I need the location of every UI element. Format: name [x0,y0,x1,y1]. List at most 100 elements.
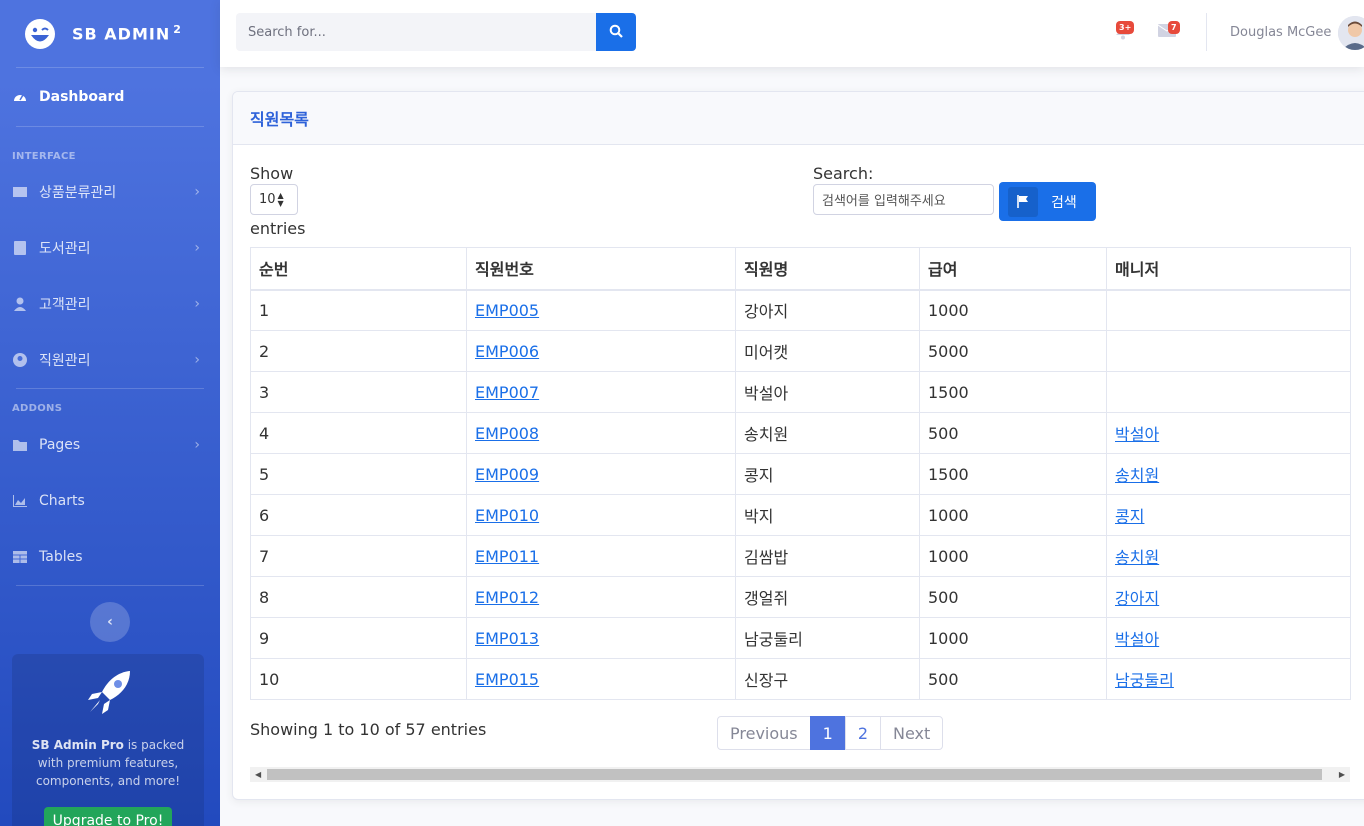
user-icon [13,297,27,311]
sidebar-item-books[interactable]: 도서관리 › [0,220,220,276]
column-header[interactable]: 급여 [919,247,1107,291]
employee-id-link[interactable]: EMP007 [475,383,539,402]
table-cell: 5000 [919,330,1107,372]
employee-id-link[interactable]: EMP015 [475,670,539,689]
scroll-right-icon[interactable]: ▶ [1339,767,1345,782]
manager-link[interactable]: 강아지 [1115,589,1159,608]
table-info: Showing 1 to 10 of 57 entries [250,720,487,739]
employee-id-link[interactable]: EMP013 [475,629,539,648]
scroll-left-icon[interactable]: ◀ [255,767,261,782]
card-title: 직원목록 [250,110,309,129]
column-header[interactable]: 순번 [250,247,467,291]
column-header[interactable]: 직원명 [735,247,920,291]
previous-button[interactable]: Previous [717,716,811,750]
brand-link[interactable]: SB ADMIN 2 [0,0,220,67]
table-icon [13,550,27,564]
topbar-search-input[interactable]: Search for... [236,13,596,51]
next-button[interactable]: Next [880,716,944,750]
entries-label: entries [250,219,306,238]
table-cell: 10 [250,658,467,700]
table-cell: 500 [919,412,1107,454]
scrollbar-thumb[interactable] [267,769,1322,780]
brand-name: SB ADMIN 2 [72,23,182,44]
sort-icon: ▲ ▼ [277,190,284,208]
sidebar-item-customers[interactable]: 고객관리 › [0,276,220,332]
page-button-1[interactable]: 1 [809,716,846,750]
employee-id-link[interactable]: EMP005 [475,301,539,320]
table-cell: EMP015 [466,658,736,700]
table-cell: EMP006 [466,330,736,372]
table-search-input[interactable]: 검색어를 입력해주세요 [813,184,994,215]
show-label: Show [250,164,294,183]
laugh-wink-icon [24,18,56,50]
employee-id-link[interactable]: EMP011 [475,547,539,566]
employee-id-link[interactable]: EMP010 [475,506,539,525]
table-cell: EMP009 [466,453,736,495]
page-button-2[interactable]: 2 [844,716,881,750]
sidebar-toggle-button[interactable]: ‹ [90,602,130,642]
sidebar-item-tables[interactable]: Tables [0,529,220,585]
chevron-right-icon: › [194,352,200,368]
table-row: 6 EMP010 박지 1000 콩지 [250,494,1351,536]
search-submit-button[interactable]: 검색 [999,182,1096,221]
card-header: 직원목록 [233,92,1364,145]
topbar-search-button[interactable] [596,13,636,51]
table-cell: 5 [250,453,467,495]
sidebar-item-charts[interactable]: Charts [0,473,220,529]
table-cell: 1500 [919,371,1107,413]
alerts-badge: 3+ [1116,21,1135,34]
sidebar-item-dashboard[interactable]: Dashboard [0,68,220,126]
table-cell: EMP005 [466,289,736,331]
employee-id-link[interactable]: EMP009 [475,465,539,484]
user-name[interactable]: Douglas McGee [1230,25,1331,40]
chevron-right-icon: › [194,184,200,200]
upgrade-button[interactable]: Upgrade to Pro! [43,807,173,826]
employee-id-link[interactable]: EMP012 [475,588,539,607]
table-cell: 박설아 [1106,412,1351,454]
table-cell: 500 [919,658,1107,700]
promo-card: SB Admin Pro is packed with premium feat… [12,654,204,826]
table-cell: EMP010 [466,494,736,536]
employee-id-link[interactable]: EMP008 [475,424,539,443]
flag-icon [1008,186,1038,217]
sidebar-heading-interface: INTERFACE [12,151,76,162]
sidebar-item-pages[interactable]: Pages › [0,417,220,473]
table-cell: 남궁둘리 [735,617,920,659]
table-row: 8 EMP012 갱얼쥐 500 강아지 [250,576,1351,618]
chevron-right-icon: › [194,240,200,256]
manager-link[interactable]: 콩지 [1115,507,1144,526]
column-header[interactable]: 직원번호 [466,247,736,291]
table-cell: 박설아 [1106,617,1351,659]
table-cell: 8 [250,576,467,618]
table-cell: 남궁둘리 [1106,658,1351,700]
alerts-button[interactable]: 3+ [1115,21,1135,44]
sidebar-item-employees[interactable]: 직원관리 › [0,332,220,388]
table-cell [1106,289,1351,331]
horizontal-scrollbar[interactable]: ◀ ▶ [250,767,1350,782]
search-label: Search: [813,164,874,183]
table-cell: 1000 [919,289,1107,331]
entries-length-select[interactable]: 10 ▲ ▼ [250,184,298,215]
tachometer-icon [13,90,27,104]
table-cell: 1000 [919,535,1107,577]
manager-link[interactable]: 송치원 [1115,548,1159,567]
sidebar-item-product-category[interactable]: 상품분류관리 › [0,164,220,220]
chevron-right-icon: › [194,296,200,312]
manager-link[interactable]: 박설아 [1115,630,1159,649]
manager-link[interactable]: 박설아 [1115,425,1159,444]
columns-icon [13,185,27,199]
chevron-left-icon: ‹ [107,614,113,630]
table-row: 5 EMP009 콩지 1500 송치원 [250,453,1351,495]
manager-link[interactable]: 송치원 [1115,466,1159,485]
column-header[interactable]: 매니저 [1106,247,1351,291]
table-cell: 7 [250,535,467,577]
table-cell: 박지 [735,494,920,536]
table-row: 3 EMP007 박설아 1500 [250,371,1351,413]
pagination: Previous 1 2 Next [717,716,944,750]
messages-button[interactable]: 7 [1157,21,1180,42]
table-cell: 500 [919,576,1107,618]
employee-id-link[interactable]: EMP006 [475,342,539,361]
table-cell: 콩지 [1106,494,1351,536]
manager-link[interactable]: 남궁둘리 [1115,671,1174,690]
avatar[interactable] [1338,16,1364,50]
